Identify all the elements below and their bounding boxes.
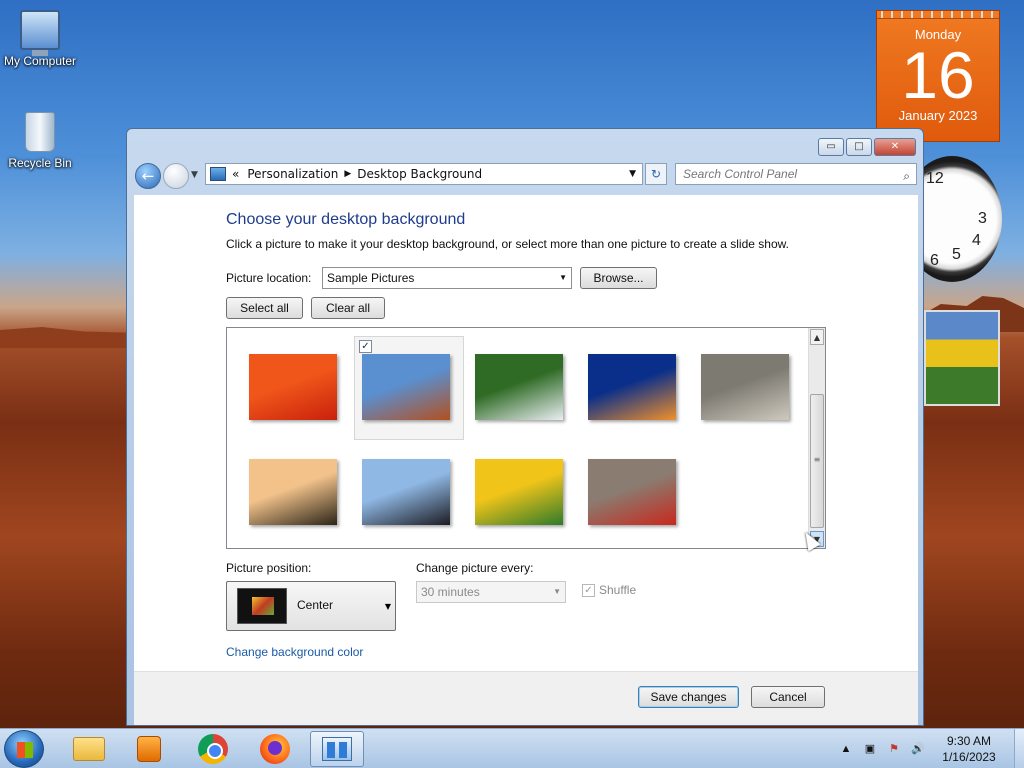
start-button[interactable] [4, 730, 44, 768]
window-footer: Save changes Cancel [134, 671, 918, 725]
thumbnail-checkbox[interactable]: ✓ [359, 340, 372, 353]
maximize-button[interactable]: □ [846, 138, 872, 156]
picture-position-label: Picture position: [226, 561, 312, 575]
select-all-button[interactable]: Select all [226, 297, 303, 319]
desert-mesa-left [0, 327, 140, 348]
desktop-icon-my-computer[interactable]: My Computer [0, 10, 80, 68]
content-pane: Choose your desktop background Click a p… [134, 195, 918, 671]
chrome-icon [198, 734, 228, 764]
breadcrumb-personalization[interactable]: Personalization [247, 167, 338, 181]
gallery-scrollbar[interactable]: ▲ ≡ ▼ [808, 328, 825, 548]
windows-logo-icon [17, 742, 33, 758]
caption-buttons: ▭ □ ✕ [816, 138, 916, 156]
thumbnail-hydrangeas[interactable] [475, 354, 563, 420]
clock-numeral: 5 [952, 246, 961, 263]
breadcrumb-desktop-background[interactable]: Desktop Background [357, 167, 482, 181]
recent-pages-chevron-icon[interactable]: ▼ [191, 170, 198, 180]
slideshow-gadget[interactable] [924, 310, 1000, 406]
breadcrumb-separator-icon[interactable]: ▶ [344, 169, 351, 179]
shuffle-checkbox[interactable]: ✓ Shuffle [582, 583, 636, 597]
desktop-icon-label: My Computer [3, 54, 77, 68]
minimize-button[interactable]: ▭ [818, 138, 844, 156]
firefox-icon [260, 734, 290, 764]
picture-position-value: Center [297, 598, 334, 612]
system-tray: ▲ ▣ ⚑ 🔊 9:30 AM 1/16/2023 [838, 729, 1024, 768]
calendar-month-year: January 2023 [898, 108, 978, 123]
desktop-icon-label: Recycle Bin [8, 156, 72, 170]
thumbnail-jellyfish[interactable] [588, 354, 676, 420]
thumbnail-tulips[interactable] [475, 459, 563, 525]
address-bar[interactable]: « Personalization ▶ Desktop Background ▼ [205, 163, 643, 185]
picture-location-select[interactable]: Sample Pictures ▼ [322, 267, 572, 289]
thumbnail-penguins[interactable] [362, 459, 450, 525]
browse-button[interactable]: Browse... [580, 267, 657, 289]
taskbar-media-player[interactable] [122, 731, 176, 767]
thumbnail-desert[interactable] [362, 354, 450, 420]
tray-date: 1/16/2023 [942, 750, 996, 764]
show-hidden-icons-icon[interactable]: ▲ [838, 741, 854, 757]
picture-location-label: Picture location: [226, 271, 312, 285]
shuffle-label: Shuffle [599, 583, 637, 597]
tray-time: 9:30 AM [946, 734, 992, 748]
address-dropdown-icon[interactable]: ▼ [629, 169, 636, 179]
page-title: Choose your desktop background [226, 211, 466, 228]
scroll-up-icon[interactable]: ▲ [810, 329, 824, 345]
search-icon[interactable]: ⌕ [903, 166, 910, 186]
position-preview-icon [237, 588, 287, 624]
calendar-rings [877, 11, 999, 19]
control-panel-icon [322, 737, 352, 761]
taskbar-explorer[interactable] [62, 731, 116, 767]
taskbar: ▲ ▣ ⚑ 🔊 9:30 AM 1/16/2023 [0, 728, 1024, 768]
taskbar-chrome[interactable] [186, 731, 240, 767]
action-center-flag-icon[interactable]: ⚑ [886, 741, 902, 757]
search-placeholder: Search Control Panel [683, 167, 798, 181]
cancel-button[interactable]: Cancel [751, 686, 825, 708]
network-icon[interactable]: ▣ [862, 741, 878, 757]
calendar-gadget[interactable]: Monday 16 January 2023 [876, 10, 1000, 142]
show-desktop-button[interactable] [1014, 729, 1024, 768]
thumbnail-santa[interactable] [588, 459, 676, 525]
picture-gallery: ✓ ▲ ≡ ▼ [226, 327, 826, 549]
thumbnail-lighthouse[interactable] [249, 459, 337, 525]
desktop-icon-recycle-bin[interactable]: Recycle Bin [0, 112, 80, 170]
recycle-bin-icon [25, 112, 55, 152]
clear-all-button[interactable]: Clear all [311, 297, 385, 319]
folder-icon [73, 737, 105, 761]
thumbnail-koala[interactable] [701, 354, 789, 420]
forward-button[interactable] [163, 163, 189, 189]
address-prefix[interactable]: « [232, 167, 239, 181]
control-panel-icon [210, 167, 226, 181]
taskbar-firefox[interactable] [248, 731, 302, 767]
clock-numeral: 4 [972, 232, 981, 249]
close-button[interactable]: ✕ [874, 138, 916, 156]
clock-numeral: 6 [930, 252, 939, 269]
search-input[interactable]: Search Control Panel ⌕ [675, 163, 917, 185]
change-picture-label: Change picture every: [416, 561, 534, 575]
scrollbar-thumb[interactable]: ≡ [810, 394, 824, 528]
tray-clock[interactable]: 9:30 AM 1/16/2023 [934, 733, 1004, 765]
chevron-down-icon: ▼ [559, 273, 567, 282]
calendar-day: 16 [901, 38, 975, 112]
volume-icon[interactable]: 🔊 [910, 741, 926, 757]
save-changes-button[interactable]: Save changes [638, 686, 739, 708]
computer-icon [20, 10, 60, 56]
navigation-bar: ← ▼ « Personalization ▶ Desktop Backgrou… [135, 161, 917, 189]
shuffle-check-icon: ✓ [582, 583, 595, 597]
back-button[interactable]: ← [135, 163, 161, 189]
change-background-color-link[interactable]: Change background color [226, 645, 363, 659]
page-description: Click a picture to make it your desktop … [226, 237, 789, 251]
chevron-down-icon: ▼ [553, 587, 561, 596]
picture-position-select[interactable]: Center ▼ [226, 581, 396, 631]
clock-numeral: 12 [926, 170, 944, 187]
thumbnail-chrysanthemum[interactable] [249, 354, 337, 420]
refresh-button[interactable]: ↻ [645, 163, 667, 185]
taskbar-control-panel[interactable] [310, 731, 364, 767]
change-picture-interval-select[interactable]: 30 minutes ▼ [416, 581, 566, 603]
clock-numeral: 3 [978, 210, 987, 227]
picture-location-value: Sample Pictures [327, 271, 415, 285]
media-player-icon [137, 736, 161, 762]
desktop-background-window: ▭ □ ✕ ← ▼ « Personalization ▶ Desktop Ba… [126, 128, 924, 726]
chevron-down-icon: ▼ [384, 602, 391, 611]
interval-value: 30 minutes [421, 585, 480, 599]
